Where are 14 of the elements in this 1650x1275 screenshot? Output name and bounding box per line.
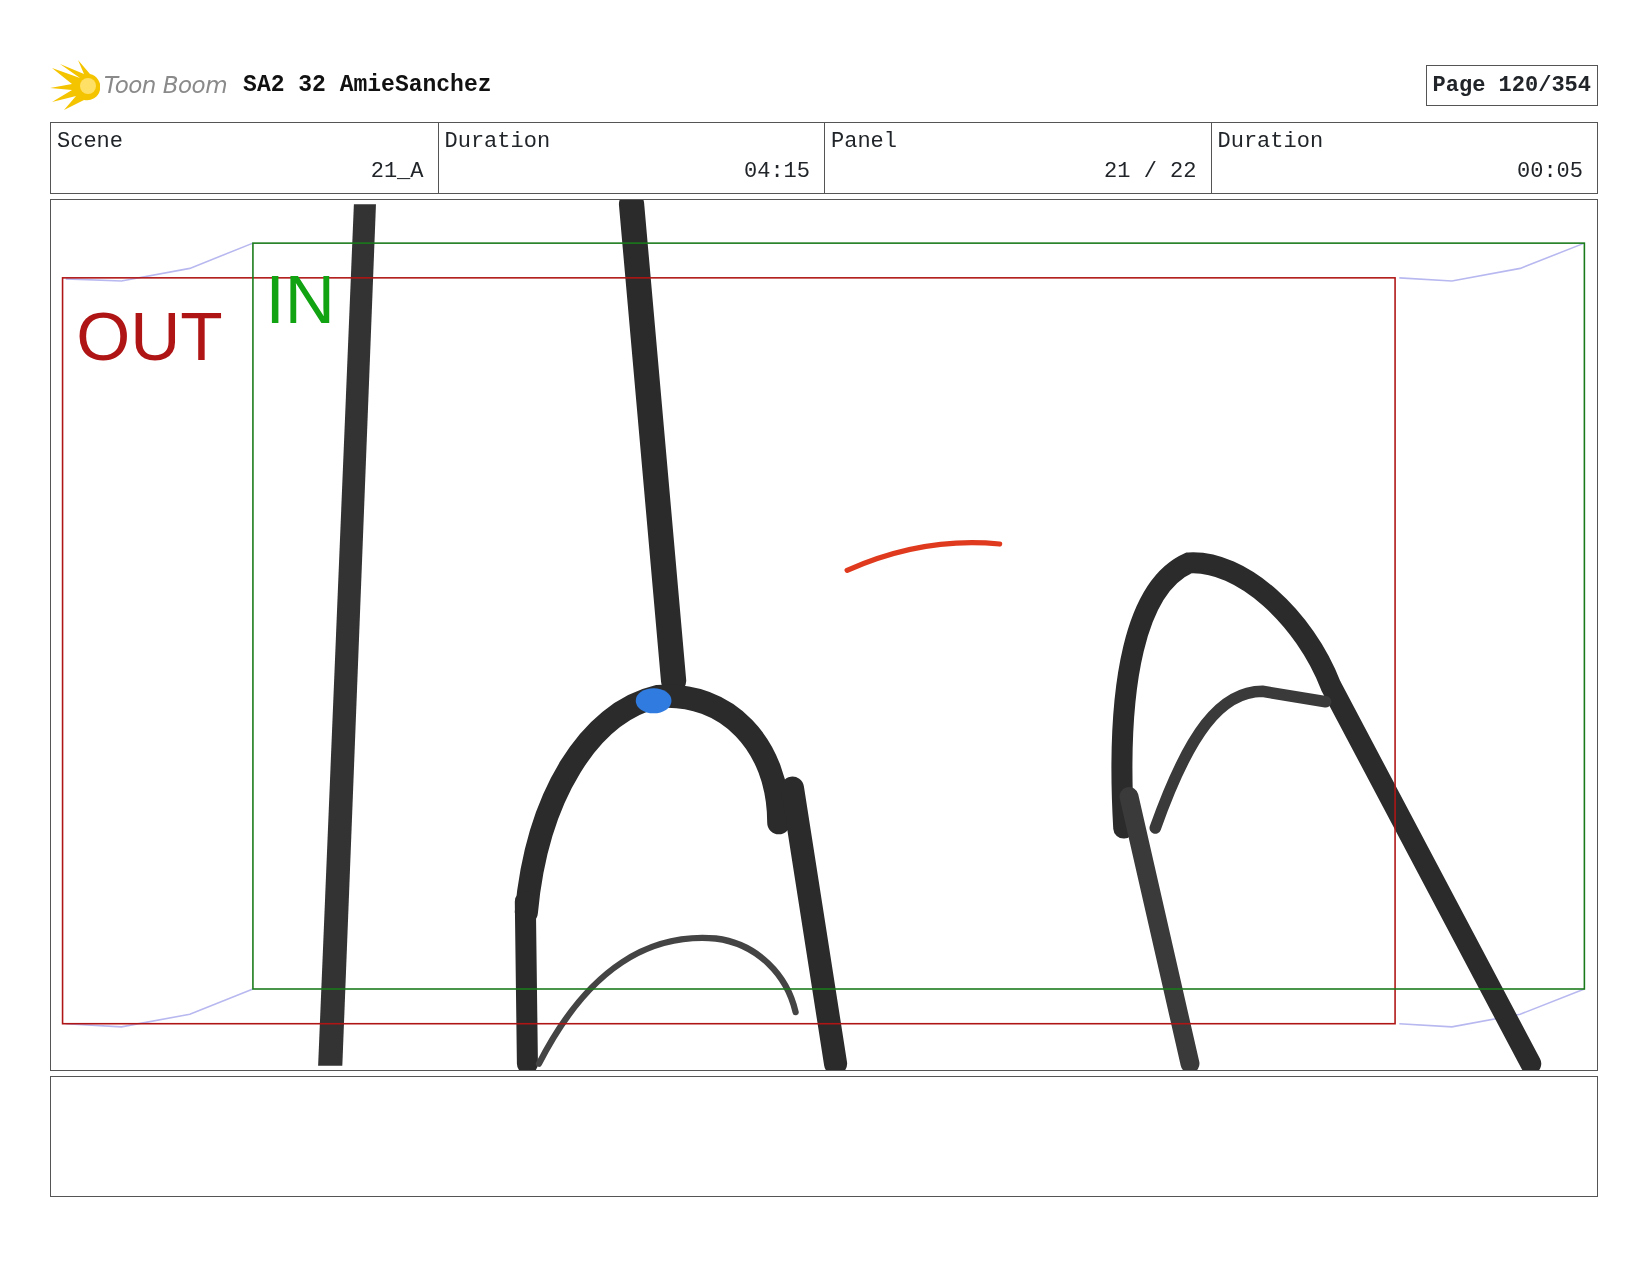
logo-text: Toon Boom xyxy=(104,70,228,100)
frame-label: IN xyxy=(265,260,335,339)
field-label: Duration xyxy=(444,128,551,156)
field-label: Scene xyxy=(57,128,123,156)
field-value: 04:15 xyxy=(744,158,810,186)
storyboard-title: SA2 32 AmieSanchez xyxy=(243,70,492,100)
starburst-logo-icon xyxy=(50,60,100,110)
frame-label: OUT xyxy=(76,296,223,375)
field-value: 21 / 22 xyxy=(1104,158,1197,186)
field-label: Duration xyxy=(1217,128,1324,156)
field-label: Panel xyxy=(831,128,897,156)
field-value: 21_A xyxy=(370,158,424,186)
page-number: Page 120/354 xyxy=(1425,64,1598,106)
field-value: 00:05 xyxy=(1517,158,1583,186)
